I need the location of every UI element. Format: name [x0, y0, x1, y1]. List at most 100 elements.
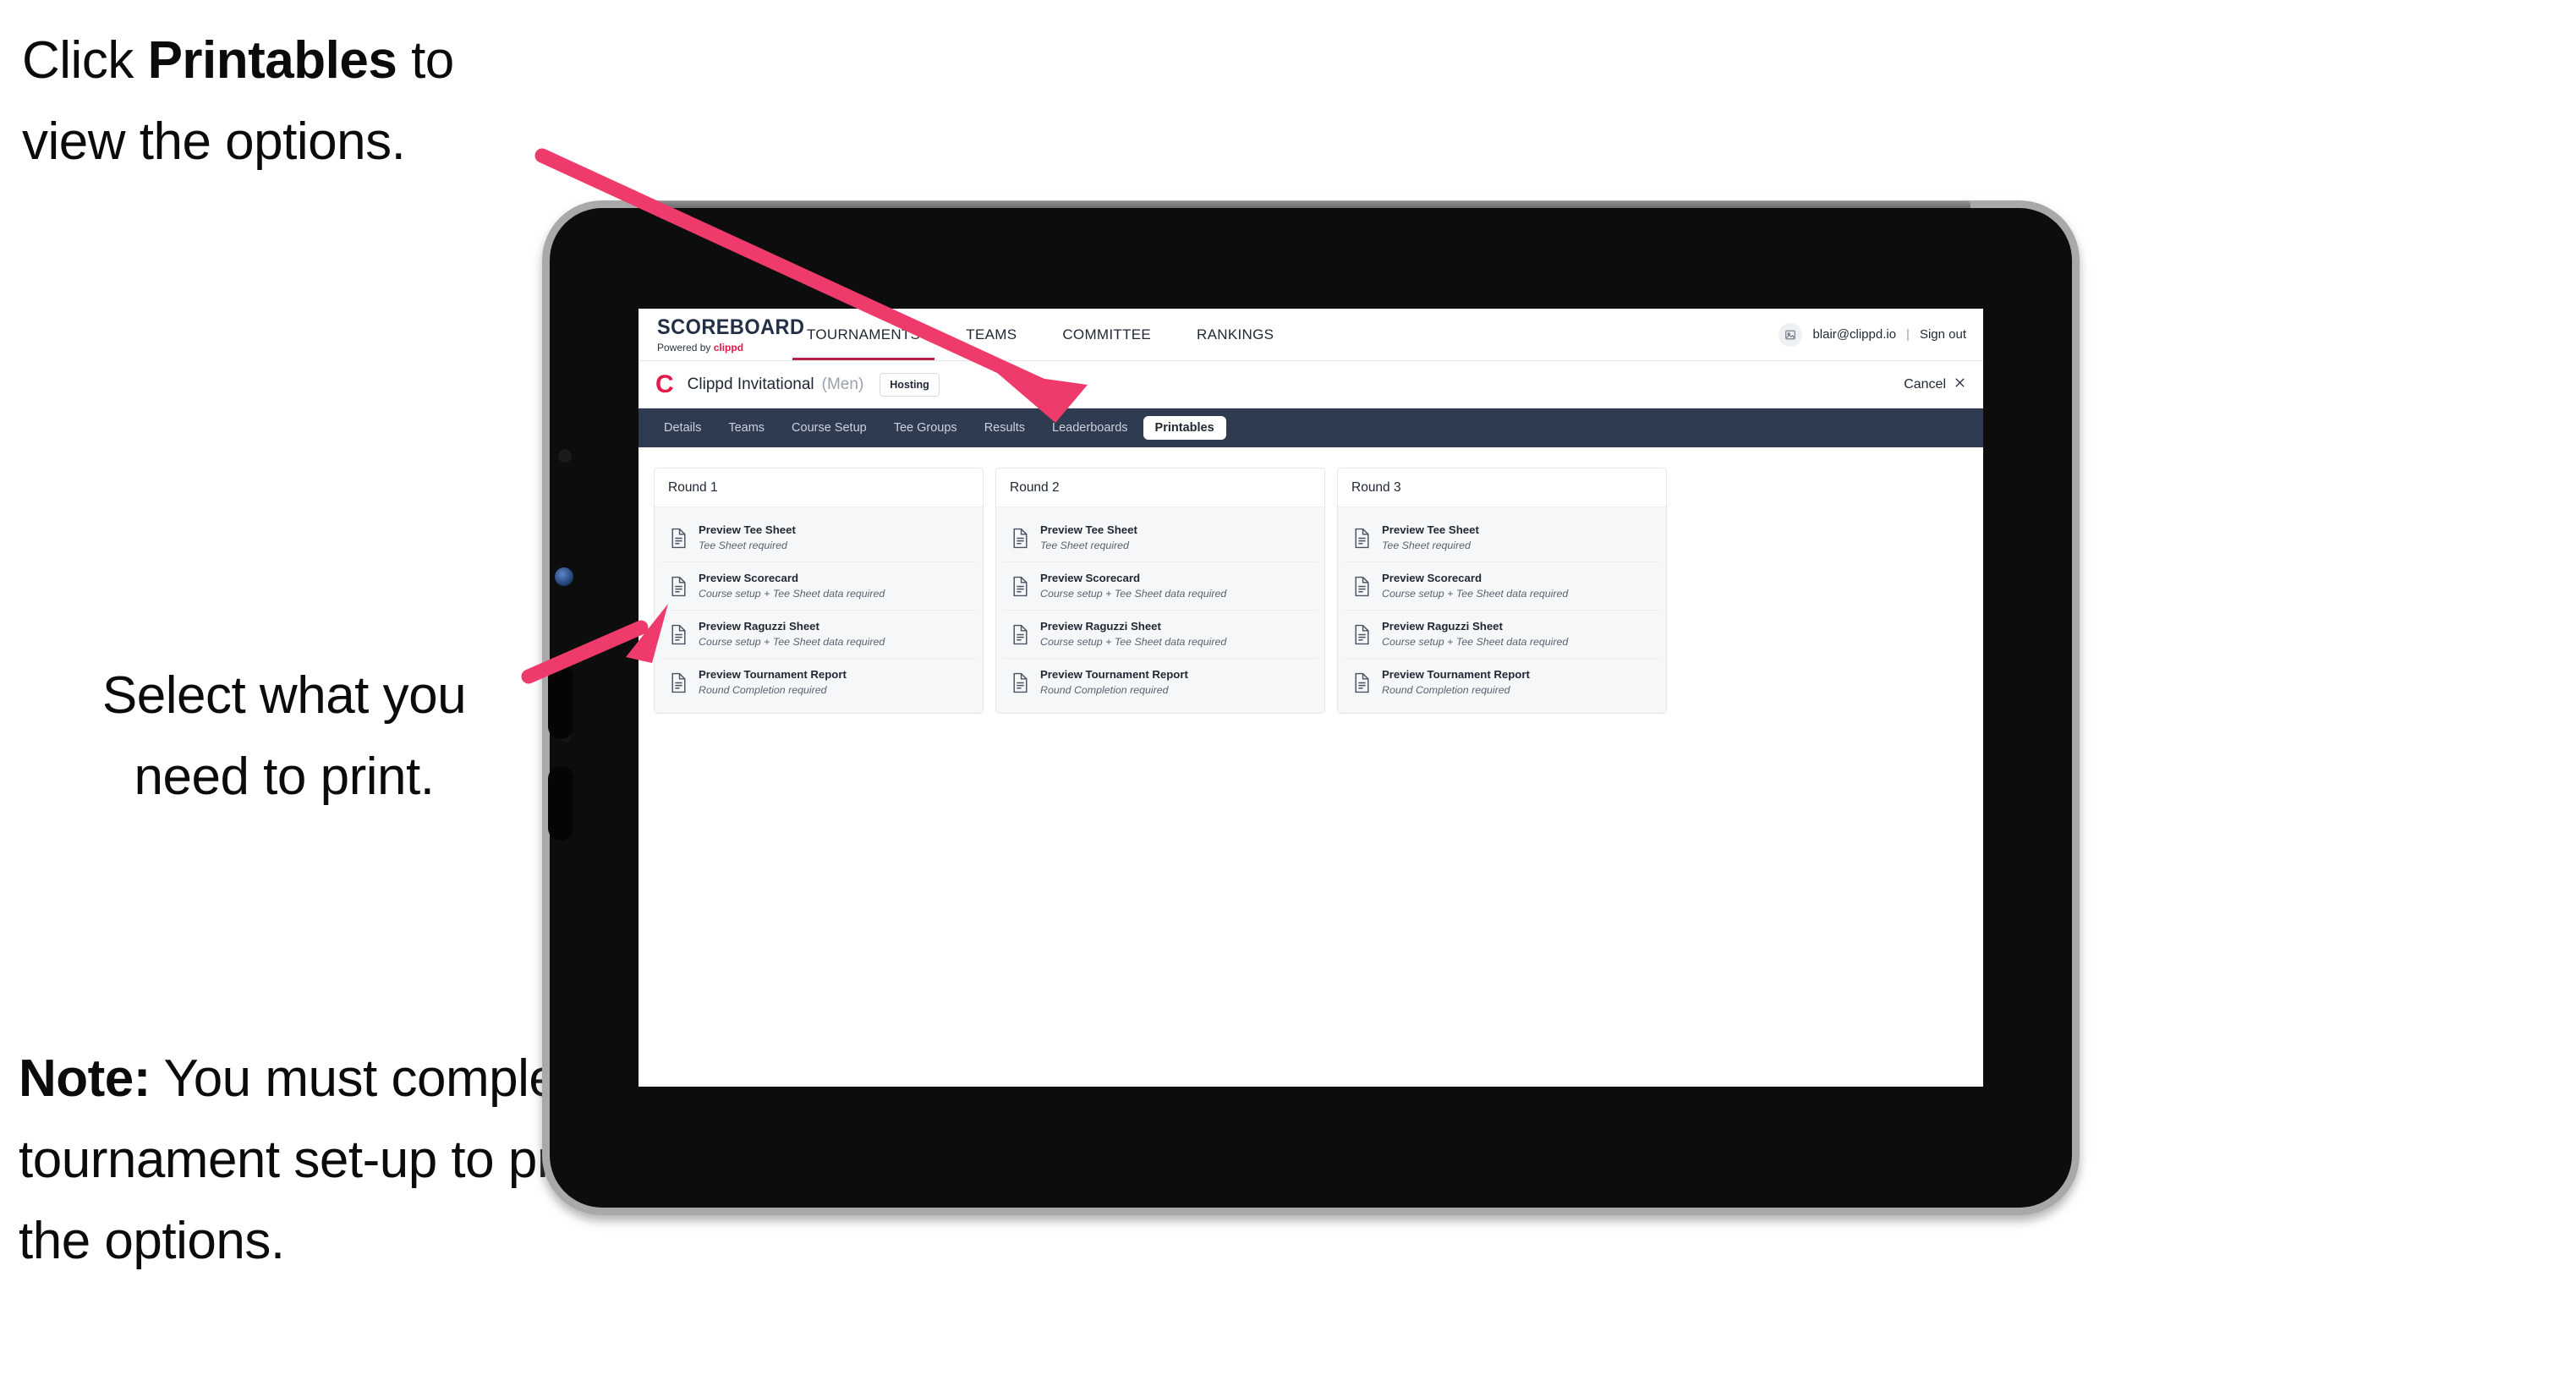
- nav-item-teams[interactable]: TEAMS: [943, 309, 1039, 360]
- document-icon: [1011, 624, 1029, 645]
- nav-item-tournaments[interactable]: TOURNAMENTS: [784, 309, 943, 360]
- callout-click-printables: Click Printables to view the options.: [22, 20, 563, 183]
- document-icon: [1353, 528, 1371, 549]
- tournament-header-bar: C Clippd Invitational (Men) Hosting Canc…: [639, 361, 1983, 408]
- account-separator: |: [1906, 327, 1910, 342]
- list-item[interactable]: Preview Scorecard Course setup + Tee She…: [1345, 562, 1659, 611]
- volume-up-button[interactable]: [548, 665, 573, 739]
- screenshot-canvas: Click Printables to view the options. Se…: [0, 0, 2576, 1386]
- list-item-subtitle: Course setup + Tee Sheet data required: [699, 635, 885, 648]
- tournament-gender-label: (Men): [821, 375, 864, 393]
- list-item-subtitle: Course setup + Tee Sheet data required: [1382, 587, 1569, 600]
- list-item[interactable]: Preview Tournament Report Round Completi…: [661, 659, 976, 706]
- status-badge: Hosting: [880, 372, 940, 397]
- list-item[interactable]: Preview Raguzzi Sheet Course setup + Tee…: [661, 611, 976, 659]
- scoreboard-logo[interactable]: SCOREBOARD Powered by clippd: [639, 309, 805, 360]
- tab-details[interactable]: Details: [652, 416, 713, 440]
- nav-item-committee[interactable]: COMMITTEE: [1039, 309, 1174, 360]
- round-item-list: Preview Tee Sheet Tee Sheet required Pre…: [996, 507, 1324, 713]
- volume-down-button[interactable]: [548, 766, 573, 841]
- list-item-title: Preview Scorecard: [1040, 572, 1141, 584]
- tablet-top-bezel-strip: [651, 201, 1970, 208]
- front-camera-icon: [558, 449, 572, 463]
- list-item-title: Preview Raguzzi Sheet: [699, 620, 819, 633]
- callout-select-what-to-print: Select what you need to print.: [30, 655, 538, 818]
- list-item-subtitle: Course setup + Tee Sheet data required: [1040, 587, 1227, 600]
- round-title: Round 1: [655, 468, 983, 507]
- round-card: Round 3 Preview Tee Sheet Tee Sheet requ…: [1337, 468, 1667, 714]
- list-item-subtitle: Tee Sheet required: [1040, 539, 1129, 551]
- callout-top-bold: Printables: [147, 31, 397, 90]
- list-item-subtitle: Tee Sheet required: [1382, 539, 1471, 551]
- callout-mid-line2: need to print.: [134, 748, 435, 806]
- list-item-title: Preview Tee Sheet: [1382, 523, 1479, 536]
- list-item-title: Preview Raguzzi Sheet: [1382, 620, 1503, 633]
- list-item[interactable]: Preview Tee Sheet Tee Sheet required: [1003, 514, 1318, 562]
- round-title: Round 2: [996, 468, 1324, 507]
- list-item[interactable]: Preview Scorecard Course setup + Tee She…: [661, 562, 976, 611]
- list-item[interactable]: Preview Tee Sheet Tee Sheet required: [1345, 514, 1659, 562]
- list-item-subtitle: Round Completion required: [1040, 683, 1169, 696]
- list-item-title: Preview Scorecard: [699, 572, 799, 584]
- list-item-title: Preview Raguzzi Sheet: [1040, 620, 1161, 633]
- scoreboard-wordmark: SCOREBOARD: [657, 315, 805, 339]
- cancel-button[interactable]: Cancel: [1904, 376, 1966, 393]
- user-avatar-icon[interactable]: [1779, 322, 1803, 347]
- document-icon: [1353, 672, 1371, 693]
- account-area: blair@clippd.io | Sign out: [1779, 309, 1983, 360]
- list-item[interactable]: Preview Raguzzi Sheet Course setup + Tee…: [1003, 611, 1318, 659]
- list-item[interactable]: Preview Raguzzi Sheet Course setup + Tee…: [1345, 611, 1659, 659]
- close-icon: [1954, 376, 1966, 393]
- tab-course-setup[interactable]: Course Setup: [780, 416, 879, 440]
- document-icon: [1353, 624, 1371, 645]
- tournament-name-label: Clippd Invitational: [687, 375, 814, 393]
- document-icon: [1353, 576, 1371, 597]
- list-item[interactable]: Preview Tee Sheet Tee Sheet required: [661, 514, 976, 562]
- list-item-title: Preview Tournament Report: [1040, 668, 1188, 681]
- list-item[interactable]: Preview Tournament Report Round Completi…: [1345, 659, 1659, 706]
- round-item-list: Preview Tee Sheet Tee Sheet required Pre…: [655, 507, 983, 713]
- tablet-screen: SCOREBOARD Powered by clippd TOURNAMENTS…: [639, 309, 1983, 1087]
- rounds-grid: Round 1 Preview Tee Sheet Tee Sheet requ…: [639, 447, 1983, 734]
- list-item-title: Preview Tee Sheet: [1040, 523, 1137, 536]
- list-item-title: Preview Scorecard: [1382, 572, 1483, 584]
- document-icon: [1011, 576, 1029, 597]
- round-item-list: Preview Tee Sheet Tee Sheet required Pre…: [1338, 507, 1666, 713]
- tab-leaderboards[interactable]: Leaderboards: [1040, 416, 1140, 440]
- section-tab-bar: Details Teams Course Setup Tee Groups Re…: [639, 408, 1983, 447]
- document-icon: [670, 672, 688, 693]
- document-icon: [1011, 528, 1029, 549]
- sign-out-link[interactable]: Sign out: [1920, 327, 1966, 342]
- list-item[interactable]: Preview Scorecard Course setup + Tee She…: [1003, 562, 1318, 611]
- list-item-title: Preview Tournament Report: [1382, 668, 1530, 681]
- app-top-bar: SCOREBOARD Powered by clippd TOURNAMENTS…: [639, 309, 1983, 361]
- clippd-c-logo-icon: C: [655, 370, 674, 398]
- round-card: Round 2 Preview Tee Sheet Tee Sheet requ…: [995, 468, 1325, 714]
- tab-results[interactable]: Results: [973, 416, 1037, 440]
- tablet-device: SCOREBOARD Powered by clippd TOURNAMENTS…: [548, 201, 2072, 1208]
- list-item-subtitle: Course setup + Tee Sheet data required: [699, 587, 885, 600]
- tab-teams[interactable]: Teams: [716, 416, 776, 440]
- clippd-brand-name: clippd: [713, 342, 744, 353]
- tab-tee-groups[interactable]: Tee Groups: [882, 416, 969, 440]
- user-email-label: blair@clippd.io: [1812, 327, 1897, 342]
- cancel-label: Cancel: [1904, 376, 1946, 392]
- callout-note-bold: Note:: [19, 1049, 151, 1108]
- list-item-subtitle: Round Completion required: [699, 683, 827, 696]
- document-icon: [670, 576, 688, 597]
- list-item-title: Preview Tournament Report: [699, 668, 847, 681]
- powered-by-clippd: Powered by clippd: [657, 342, 784, 353]
- nav-item-rankings[interactable]: RANKINGS: [1174, 309, 1296, 360]
- list-item[interactable]: Preview Tournament Report Round Completi…: [1003, 659, 1318, 706]
- camera-indicator-light-icon: [555, 567, 573, 586]
- tab-printables[interactable]: Printables: [1143, 416, 1226, 440]
- list-item-subtitle: Course setup + Tee Sheet data required: [1040, 635, 1227, 648]
- document-icon: [670, 528, 688, 549]
- list-item-title: Preview Tee Sheet: [699, 523, 796, 536]
- round-card: Round 1 Preview Tee Sheet Tee Sheet requ…: [654, 468, 984, 714]
- callout-mid-line1: Select what you: [101, 666, 467, 725]
- list-item-subtitle: Tee Sheet required: [699, 539, 787, 551]
- callout-top-pre: Click: [22, 31, 148, 90]
- list-item-subtitle: Round Completion required: [1382, 683, 1510, 696]
- document-icon: [1011, 672, 1029, 693]
